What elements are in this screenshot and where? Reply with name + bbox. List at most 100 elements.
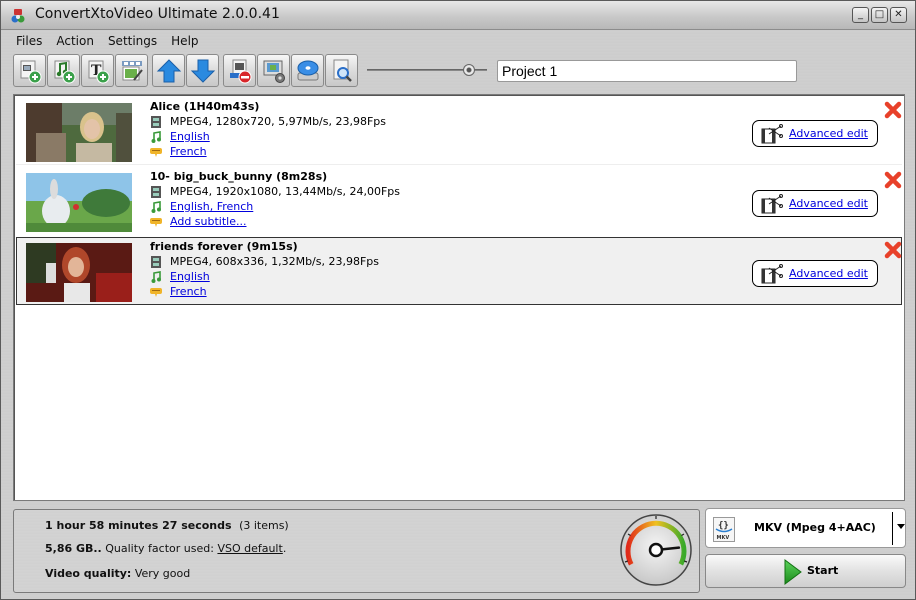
- film-plus-icon: [20, 60, 41, 83]
- subtitle-link[interactable]: French: [170, 145, 207, 158]
- maximize-icon: □: [874, 9, 885, 20]
- speech-bubble-icon: [150, 287, 162, 297]
- monitor-gear-icon: [263, 60, 285, 83]
- app-logo-icon: [11, 9, 25, 23]
- advanced-edit-button[interactable]: Advanced edit: [752, 120, 878, 147]
- edit-menu-button[interactable]: [115, 54, 148, 87]
- video-thumbnail: [26, 243, 132, 302]
- start-label: Start: [807, 564, 839, 577]
- quality-factor-suffix: .: [282, 542, 287, 555]
- delete-icon[interactable]: [884, 101, 902, 119]
- output-format-dropdown[interactable]: {} MKV MKV (Mpeg 4+AAC): [705, 508, 906, 548]
- project-name-input[interactable]: [497, 60, 797, 82]
- total-duration-line: 1 hour 58 minutes 27 seconds (3 items): [45, 519, 289, 532]
- audio-track-link[interactable]: English: [170, 270, 210, 283]
- maximize-button[interactable]: □: [871, 7, 888, 23]
- audio-track-link[interactable]: English, French: [170, 200, 253, 213]
- items-count: (3 items): [239, 519, 289, 532]
- window-controls: _ □ ✕: [852, 7, 907, 23]
- thumbnail-size-slider[interactable]: [367, 63, 487, 77]
- advanced-edit-button[interactable]: Advanced edit: [752, 260, 878, 287]
- size-quality-line: 5,86 GB.. Quality factor used: VSO defau…: [45, 542, 286, 555]
- selected-format: MKV (Mpeg 4+AAC): [754, 521, 876, 534]
- video-thumbnail: [26, 173, 132, 232]
- remove-button[interactable]: [223, 54, 256, 87]
- settings-button[interactable]: [257, 54, 290, 87]
- dropdown-separator: [892, 512, 893, 545]
- start-button[interactable]: Start: [705, 554, 906, 588]
- quality-factor-link[interactable]: VSO default: [217, 542, 282, 555]
- menu-help[interactable]: Help: [164, 32, 205, 50]
- music-note-icon: [151, 270, 161, 283]
- delete-icon[interactable]: [884, 241, 902, 259]
- video-info: MPEG4, 1280x720, 5,97Mb/s, 23,98Fps: [170, 115, 387, 128]
- film-minus-icon: [229, 59, 251, 83]
- window-title: ConvertXtoVideo Ultimate 2.0.0.41: [35, 6, 280, 22]
- video-info: MPEG4, 1920x1080, 13,44Mb/s, 24,00Fps: [170, 185, 401, 198]
- file-title: friends forever (9m15s): [150, 240, 298, 253]
- toolbar: T: [13, 54, 358, 87]
- video-info-line: MPEG4, 608x336, 1,32Mb/s, 23,98Fps: [150, 255, 379, 268]
- film-strip-icon: [151, 185, 161, 198]
- film-scissors-icon: [761, 123, 783, 143]
- add-subtitle-link[interactable]: Add subtitle...: [170, 215, 246, 228]
- film-scissors-icon: [761, 193, 783, 213]
- video-info: MPEG4, 608x336, 1,32Mb/s, 23,98Fps: [170, 255, 380, 268]
- close-button[interactable]: ✕: [890, 7, 907, 23]
- video-thumbnail: [26, 103, 132, 162]
- advanced-edit-link[interactable]: Advanced edit: [789, 267, 868, 280]
- title-bar: ConvertXtoVideo Ultimate 2.0.0.41 _ □ ✕: [1, 1, 915, 30]
- slider-thumb[interactable]: [463, 64, 475, 76]
- minimize-icon: _: [858, 9, 863, 20]
- audio-line: English: [150, 270, 210, 283]
- music-note-plus-icon: [54, 60, 75, 83]
- subtitle-link[interactable]: French: [170, 285, 207, 298]
- audio-track-link[interactable]: English: [170, 130, 210, 143]
- subtitle-line: French: [150, 145, 207, 158]
- delete-icon[interactable]: [884, 171, 902, 189]
- preview-button[interactable]: [325, 54, 358, 87]
- advanced-edit-button[interactable]: Advanced edit: [752, 190, 878, 217]
- file-row-selected[interactable]: friends forever (9m15s) MPEG4, 608x336, …: [16, 237, 902, 305]
- film-strip-icon: [151, 255, 161, 268]
- output-size: 5,86 GB..: [45, 542, 102, 555]
- advanced-edit-link[interactable]: Advanced edit: [789, 127, 868, 140]
- music-note-icon: [151, 130, 161, 143]
- video-info-line: MPEG4, 1280x720, 5,97Mb/s, 23,98Fps: [150, 115, 386, 128]
- menu-settings[interactable]: Settings: [101, 32, 164, 50]
- video-info-line: MPEG4, 1920x1080, 13,44Mb/s, 24,00Fps: [150, 185, 400, 198]
- video-quality-line: Video quality: Very good: [45, 567, 190, 580]
- gauge-hub: [648, 542, 664, 558]
- move-up-button[interactable]: [152, 54, 185, 87]
- mkv-format-icon: {} MKV: [713, 517, 735, 542]
- document-magnifier-icon: [333, 59, 352, 82]
- add-subtitle-button[interactable]: T: [81, 54, 114, 87]
- add-audio-button[interactable]: [47, 54, 80, 87]
- menu-bar: Files Action Settings Help: [9, 32, 206, 50]
- burn-button[interactable]: [291, 54, 324, 87]
- file-row[interactable]: Alice (1H40m43s) MPEG4, 1280x720, 5,97Mb…: [16, 97, 902, 165]
- music-note-icon: [151, 200, 161, 213]
- chevron-down-icon[interactable]: [897, 524, 905, 529]
- video-quality-value: Very good: [134, 567, 191, 580]
- app-window: ConvertXtoVideo Ultimate 2.0.0.41 _ □ ✕ …: [0, 0, 916, 600]
- advanced-edit-link[interactable]: Advanced edit: [789, 197, 868, 210]
- film-strip-icon: [151, 115, 161, 128]
- subtitle-line: Add subtitle...: [150, 215, 246, 228]
- menu-action[interactable]: Action: [49, 32, 101, 50]
- picture-pencil-icon: [121, 60, 143, 81]
- move-down-button[interactable]: [186, 54, 219, 87]
- arrow-up-icon: [156, 58, 181, 82]
- play-icon: [784, 559, 802, 585]
- subtitle-line: French: [150, 285, 207, 298]
- text-t-plus-icon: T: [88, 60, 109, 83]
- total-duration: 1 hour 58 minutes 27 seconds: [45, 519, 232, 532]
- quality-gauge: [620, 514, 692, 586]
- add-video-button[interactable]: [13, 54, 46, 87]
- arrow-down-icon: [190, 59, 215, 83]
- svg-text:{}: {}: [718, 521, 729, 531]
- file-row[interactable]: 10- big_buck_bunny (8m28s) MPEG4, 1920x1…: [16, 167, 902, 235]
- minimize-button[interactable]: _: [852, 7, 869, 23]
- file-title: 10- big_buck_bunny (8m28s): [150, 170, 328, 183]
- menu-files[interactable]: Files: [9, 32, 49, 50]
